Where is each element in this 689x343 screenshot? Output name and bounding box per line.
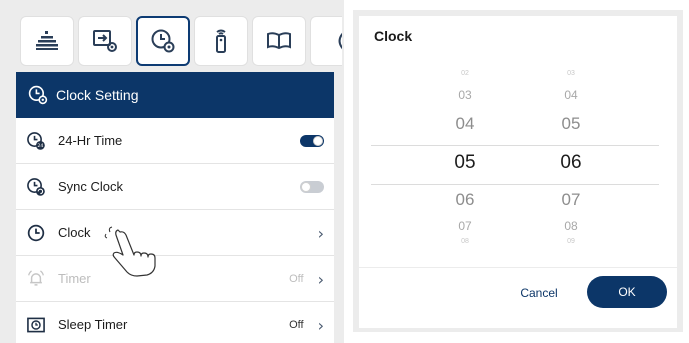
minute-selected[interactable]: 06 [521, 152, 621, 174]
clock-24-icon: 24 [24, 129, 48, 153]
settings-panel: Clock Setting 24 24-Hr Time Sync Clock C… [0, 0, 344, 343]
list-item-label: Timer [58, 271, 91, 286]
sleep-timer-value: Off [289, 319, 304, 331]
hour-option[interactable]: 06 [415, 190, 515, 210]
list-item-clock[interactable]: Clock › [16, 210, 334, 256]
list-item-label: Sync Clock [58, 179, 124, 194]
page-title: Clock Setting [56, 87, 139, 103]
settings-list: 24 24-Hr Time Sync Clock Clock › Timer O… [16, 118, 334, 343]
minute-option[interactable]: 07 [521, 190, 621, 210]
svg-text:24: 24 [37, 143, 43, 149]
dialog-divider [359, 267, 677, 268]
clock-dialog-backdrop: Clock 02 03 04 05 06 07 08 03 04 05 06 0… [353, 10, 683, 332]
partial-icon [338, 32, 342, 50]
book-icon [267, 32, 291, 50]
hour-option[interactable]: 07 [415, 219, 515, 233]
cancel-button[interactable]: Cancel [509, 286, 569, 300]
list-item-timer: Timer Off › [16, 256, 334, 302]
list-item-label: 24-Hr Time [58, 133, 123, 148]
list-item-sync-clock[interactable]: Sync Clock [16, 164, 334, 210]
minute-wheel[interactable]: 03 04 05 06 07 08 09 [521, 70, 621, 254]
list-item-sleep-timer[interactable]: Sleep Timer Off › [16, 302, 334, 343]
clock-settings-icon [26, 83, 50, 107]
chevron-right-icon: › [317, 223, 324, 243]
minute-option[interactable]: 08 [521, 219, 621, 233]
tool-manual[interactable] [252, 16, 306, 66]
24hr-toggle[interactable] [300, 135, 324, 147]
time-picker[interactable]: 02 03 04 05 06 07 08 03 04 05 06 07 08 0… [359, 70, 677, 254]
clock-settings-icon [151, 29, 175, 53]
hour-option[interactable]: 08 [415, 238, 515, 245]
dialog-title: Clock [374, 28, 413, 44]
bell-icon [24, 267, 48, 291]
tool-sound[interactable] [20, 16, 74, 66]
ok-button[interactable]: OK [587, 276, 667, 308]
chevron-right-icon: › [317, 315, 324, 335]
page-header: Clock Setting [16, 72, 334, 118]
clock-icon [24, 221, 48, 245]
tool-more[interactable] [310, 16, 342, 66]
category-toolbar [12, 10, 342, 72]
minute-option[interactable]: 09 [521, 238, 621, 245]
hour-option[interactable]: 03 [415, 88, 515, 102]
clock-sync-icon [24, 175, 48, 199]
tap-hand-icon [104, 226, 156, 277]
minute-option[interactable]: 04 [521, 88, 621, 102]
minute-option[interactable]: 03 [521, 70, 621, 77]
list-item-label: Sleep Timer [58, 317, 128, 332]
chevron-right-icon: › [317, 269, 324, 289]
hour-selected[interactable]: 05 [415, 152, 515, 174]
hour-option[interactable]: 02 [415, 70, 515, 77]
timer-value: Off [289, 273, 304, 285]
tool-input[interactable] [78, 16, 132, 66]
minute-option[interactable]: 05 [521, 114, 621, 134]
tool-remote[interactable] [194, 16, 248, 66]
list-item-24hr-time[interactable]: 24 24-Hr Time [16, 118, 334, 164]
sleep-timer-icon [24, 313, 48, 337]
sync-clock-toggle[interactable] [300, 181, 324, 193]
list-item-label: Clock [58, 225, 91, 240]
hour-wheel[interactable]: 02 03 04 05 06 07 08 [415, 70, 515, 254]
clock-dialog: Clock 02 03 04 05 06 07 08 03 04 05 06 0… [359, 16, 677, 328]
speaker-levels-icon [36, 31, 58, 50]
remote-control-icon [216, 29, 226, 53]
tool-clock[interactable] [136, 16, 190, 66]
hour-option[interactable]: 04 [415, 114, 515, 134]
input-settings-icon [93, 30, 117, 52]
